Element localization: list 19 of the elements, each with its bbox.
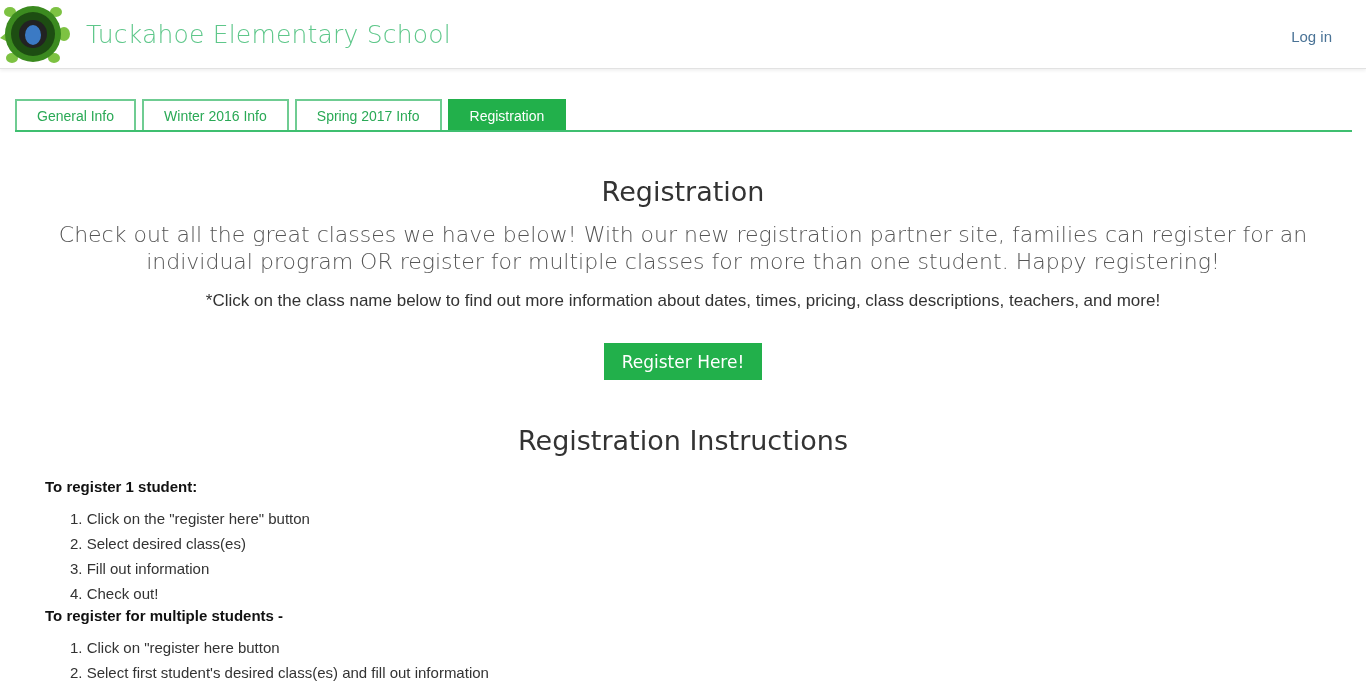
- tab[interactable]: Spring 2017 Info: [294, 99, 442, 130]
- register-button[interactable]: Register Here!: [603, 343, 763, 380]
- site-title[interactable]: Tuckahoe Elementary School: [86, 19, 451, 49]
- step-text: 1. Click on "register here button: [70, 638, 281, 657]
- note-text: *Click on the class name below to find out more information about dates, times, pricing, class descriptions, teachers, and more!: [204, 291, 1162, 311]
- section-heading: Registration Instructions: [517, 425, 849, 456]
- step-text: 1. Click on the "register here" button: [70, 509, 311, 528]
- step-text: 4. Check out!: [70, 584, 160, 603]
- tab[interactable]: General Info: [15, 99, 137, 130]
- instructions-title: To register for multiple students -: [45, 607, 285, 624]
- step-text: 2. Select first student's desired class(es) and fill out information: [70, 663, 490, 682]
- tab[interactable]: Winter 2016 Info: [142, 99, 289, 130]
- step-text: 3. Fill out information: [70, 559, 211, 578]
- page-heading: Registration: [600, 176, 766, 207]
- intro-paragraph: Check out all the great classes we have below! With our new registration partner site, families can register for an individual program OR register for multiple classes for more than one student. Happy registering!: [57, 221, 1309, 275]
- tab[interactable]: Registration: [447, 99, 567, 130]
- login-link[interactable]: Log in: [1291, 27, 1332, 45]
- instructions-title: To register 1 student:: [45, 478, 199, 495]
- step-text: 2. Select desired class(es): [70, 534, 247, 553]
